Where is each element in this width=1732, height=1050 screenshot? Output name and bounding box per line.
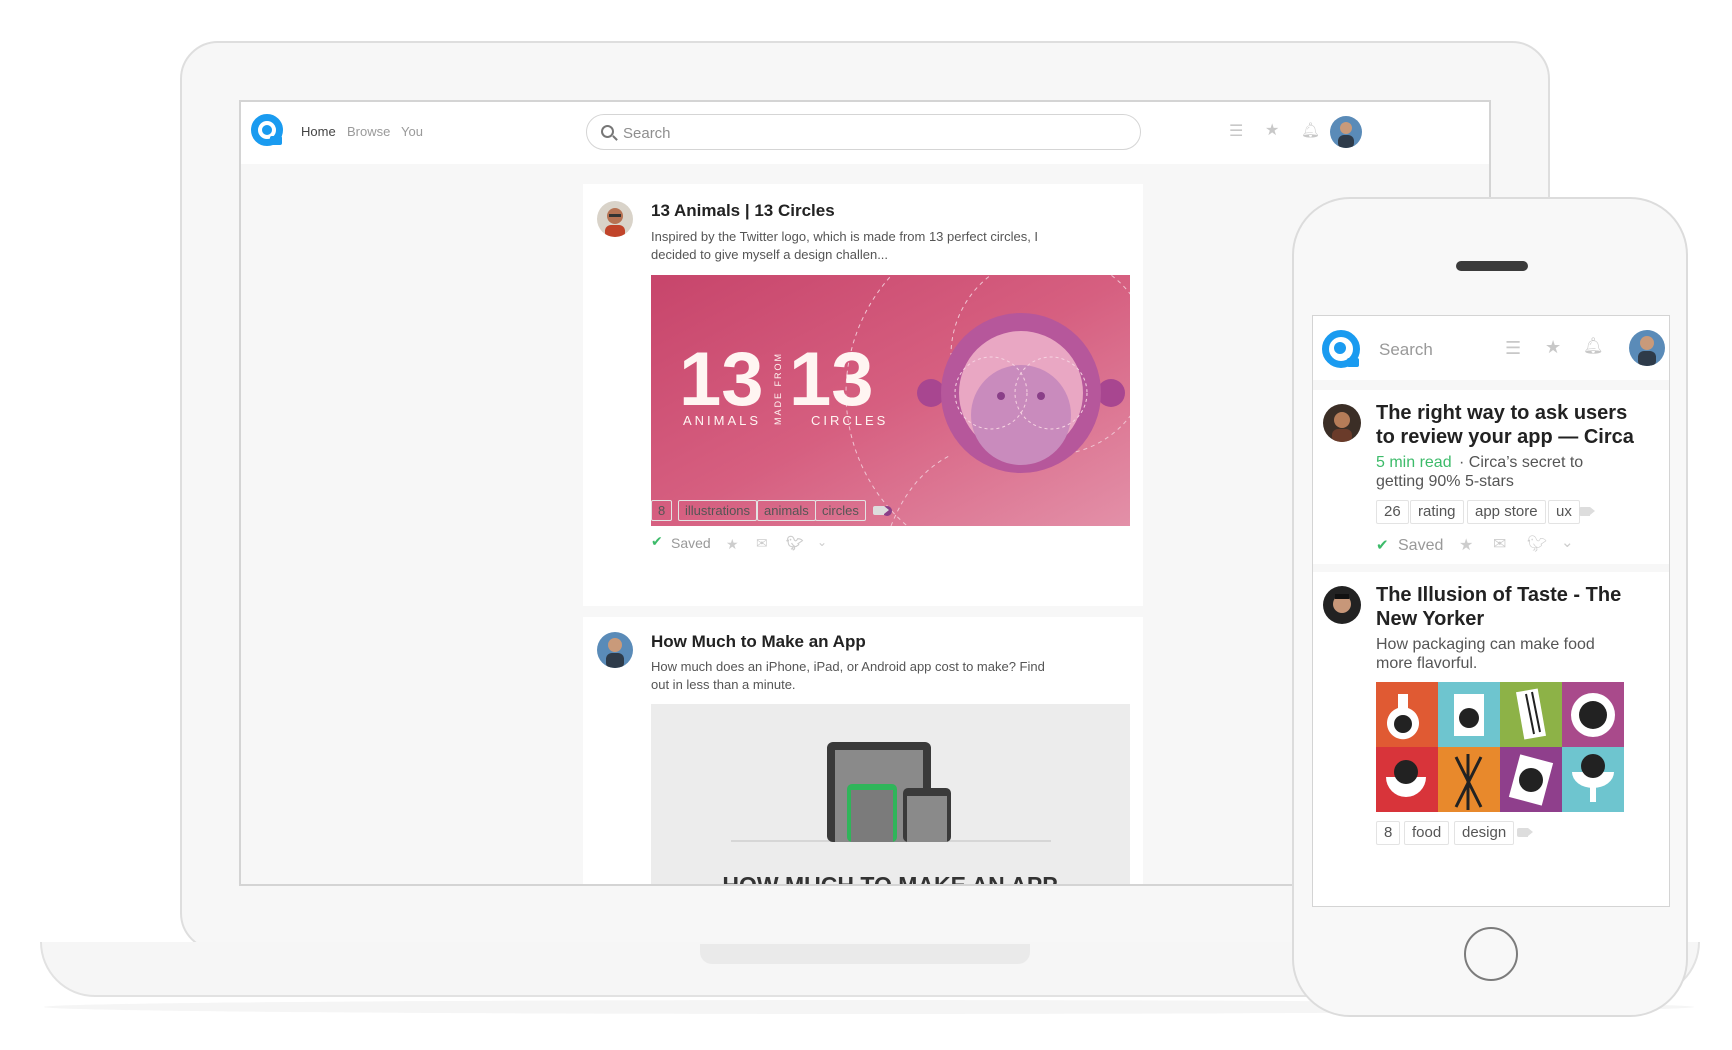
nav-you[interactable]: You xyxy=(401,124,423,139)
article-image[interactable]: HOW MUCH TO MAKE AN APP xyxy=(651,704,1130,886)
saved-label[interactable]: Saved xyxy=(1398,537,1443,555)
tag-icon[interactable] xyxy=(1517,828,1533,837)
saved-label[interactable]: Saved xyxy=(671,535,711,551)
article-excerpt: Inspired by the Twitter logo, which is m… xyxy=(651,229,1039,244)
user-avatar[interactable] xyxy=(1330,116,1362,148)
article-excerpt: getting 90% 5-stars xyxy=(1376,473,1514,490)
list-icon[interactable]: ☰ xyxy=(1505,339,1521,357)
tag-ux[interactable]: ux xyxy=(1548,500,1580,524)
article-image[interactable] xyxy=(1376,682,1624,812)
mail-icon[interactable]: ✉ xyxy=(756,536,768,550)
search-input[interactable]: Search xyxy=(586,114,1141,150)
app-logo[interactable] xyxy=(1322,330,1360,368)
tag-circles[interactable]: circles xyxy=(815,500,866,521)
read-count: 8 xyxy=(651,500,673,521)
star-icon[interactable]: ★ xyxy=(726,537,739,551)
article-title[interactable]: to review your app — Circa xyxy=(1376,424,1634,451)
chevron-down-icon[interactable]: ⌄ xyxy=(817,535,827,549)
article-title[interactable]: 13 Animals | 13 Circles xyxy=(651,201,835,221)
article-title[interactable]: The right way to ask users xyxy=(1376,400,1627,427)
phone-frame: Search ☰ ★ 🔔︎ The right way to ask users… xyxy=(1292,197,1688,1017)
bell-icon[interactable]: 🔔︎ xyxy=(1301,123,1320,139)
check-icon: ✔ xyxy=(651,533,663,549)
author-avatar[interactable] xyxy=(597,201,633,237)
tag-icon[interactable] xyxy=(1579,507,1595,516)
article-title[interactable]: How Much to Make an App xyxy=(651,632,866,652)
tag-design[interactable]: design xyxy=(1454,821,1515,845)
mail-icon[interactable]: ✉ xyxy=(1493,537,1506,553)
nav-home[interactable]: Home xyxy=(301,124,336,139)
home-button[interactable] xyxy=(1464,927,1518,981)
article-excerpt: How packaging can make food xyxy=(1376,636,1595,653)
twitter-icon[interactable]: 🐦︎ xyxy=(1527,537,1547,553)
tag-animals[interactable]: animals xyxy=(757,500,816,521)
twitter-icon[interactable]: 🐦︎ xyxy=(786,536,804,550)
author-avatar[interactable] xyxy=(1323,586,1361,624)
tag-food[interactable]: food xyxy=(1404,821,1450,845)
article-image[interactable]: 13 13 ANIMALS CIRCLES MADE FROM xyxy=(651,275,1130,526)
tag-app-store[interactable]: app store xyxy=(1467,500,1546,524)
article-card[interactable]: How Much to Make an App How much does an… xyxy=(583,617,1143,886)
bell-icon[interactable]: 🔔︎ xyxy=(1583,339,1603,355)
article-excerpt: How much does an iPhone, iPad, or Androi… xyxy=(651,659,1045,674)
image-label-right: CIRCLES xyxy=(811,413,888,428)
image-number-left: 13 xyxy=(679,337,764,422)
article-excerpt: out in less than a minute. xyxy=(651,677,796,692)
tag-illustrations[interactable]: illustrations xyxy=(678,500,758,521)
star-icon[interactable]: ★ xyxy=(1265,123,1279,139)
article-title[interactable]: The Illusion of Taste - The xyxy=(1376,582,1621,609)
laptop-notch xyxy=(700,944,1030,964)
tag-icon[interactable] xyxy=(873,506,889,515)
user-avatar[interactable] xyxy=(1629,330,1665,366)
search-placeholder: Search xyxy=(623,125,671,142)
image-label-mid: MADE FROM xyxy=(773,352,783,425)
star-icon[interactable]: ★ xyxy=(1545,338,1561,356)
image-heading: HOW MUCH TO MAKE AN APP xyxy=(722,872,1057,886)
nav-browse[interactable]: Browse xyxy=(347,124,390,139)
article-card[interactable]: The Illusion of Taste - The New Yorker H… xyxy=(1313,572,1669,906)
article-excerpt: · Circa’s secret to xyxy=(1459,454,1584,471)
chevron-down-icon[interactable]: ⌄ xyxy=(1561,535,1574,550)
app-logo[interactable] xyxy=(251,114,283,146)
star-icon[interactable]: ★ xyxy=(1459,538,1473,554)
author-avatar[interactable] xyxy=(1323,404,1361,442)
search-icon xyxy=(601,125,614,138)
read-count: 8 xyxy=(1376,821,1401,845)
image-label-left: ANIMALS xyxy=(683,413,761,428)
tag-rating[interactable]: rating xyxy=(1410,500,1464,524)
image-number-right: 13 xyxy=(789,337,874,422)
read-count: 26 xyxy=(1376,500,1409,524)
search-input[interactable]: Search xyxy=(1379,340,1433,360)
check-icon: ✔ xyxy=(1376,537,1389,554)
phone-speaker xyxy=(1456,261,1528,271)
mobile-screen: Search ☰ ★ 🔔︎ The right way to ask users… xyxy=(1312,315,1670,907)
article-card[interactable]: The right way to ask users to review you… xyxy=(1313,390,1669,564)
top-bar: Home Browse You Search ☰ ★ 🔔︎ xyxy=(241,102,1489,164)
article-excerpt: decided to give myself a design challen.… xyxy=(651,247,889,262)
author-avatar[interactable] xyxy=(597,632,633,668)
list-icon[interactable]: ☰ xyxy=(1229,124,1243,140)
article-title[interactable]: New Yorker xyxy=(1376,606,1484,633)
article-excerpt: more flavorful. xyxy=(1376,655,1478,672)
article-card[interactable]: 13 Animals | 13 Circles Inspired by the … xyxy=(583,184,1143,606)
mobile-top-bar: Search ☰ ★ 🔔︎ xyxy=(1313,316,1669,380)
read-time: 5 min read xyxy=(1376,454,1452,471)
